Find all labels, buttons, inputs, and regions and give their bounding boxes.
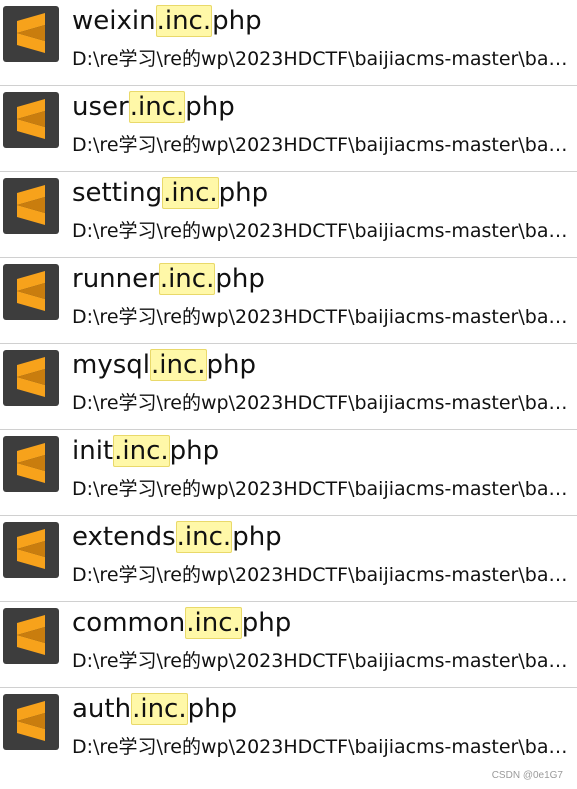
result-filename: extends.inc.php <box>72 520 282 554</box>
sublime-text-icon <box>3 608 59 664</box>
result-filename: runner.inc.php <box>72 262 265 296</box>
result-path: D:\re学习\re的wp\2023HDCTF\baijiacms-master… <box>72 736 572 758</box>
result-item[interactable]: auth.inc.php D:\re学习\re的wp\2023HDCTF\bai… <box>0 688 577 774</box>
match-highlight: .inc. <box>113 435 170 467</box>
result-item[interactable]: user.inc.php D:\re学习\re的wp\2023HDCTF\bai… <box>0 86 577 172</box>
result-item[interactable]: extends.inc.php D:\re学习\re的wp\2023HDCTF\… <box>0 516 577 602</box>
filename-suffix: php <box>169 436 220 466</box>
result-path: D:\re学习\re的wp\2023HDCTF\baijiacms-master… <box>72 564 572 586</box>
filename-suffix: php <box>232 522 282 552</box>
filename-suffix: php <box>241 608 292 638</box>
sublime-text-icon <box>3 522 59 578</box>
result-item[interactable]: runner.inc.php D:\re学习\re的wp\2023HDCTF\b… <box>0 258 577 344</box>
sublime-text-icon <box>3 694 59 750</box>
match-highlight: .inc. <box>128 91 186 123</box>
sublime-text-icon <box>3 436 59 492</box>
result-item[interactable]: init.inc.php D:\re学习\re的wp\2023HDCTF\bai… <box>0 430 577 516</box>
filename-prefix: mysql <box>72 350 150 380</box>
filename-suffix: php <box>218 178 269 208</box>
match-highlight: .inc. <box>155 5 213 37</box>
sublime-text-icon <box>3 6 59 62</box>
result-path: D:\re学习\re的wp\2023HDCTF\baijiacms-master… <box>72 48 572 70</box>
filename-prefix: weixin <box>72 6 156 36</box>
match-highlight: .inc. <box>175 521 233 553</box>
sublime-text-icon <box>3 350 59 406</box>
result-item[interactable]: weixin.inc.php D:\re学习\re的wp\2023HDCTF\b… <box>0 0 577 86</box>
match-highlight: .inc. <box>131 693 188 725</box>
result-path: D:\re学习\re的wp\2023HDCTF\baijiacms-master… <box>72 650 572 672</box>
match-highlight: .inc. <box>162 177 219 209</box>
filename-prefix: setting <box>72 178 163 208</box>
filename-prefix: auth <box>72 694 132 724</box>
result-filename: common.inc.php <box>72 606 291 640</box>
filename-suffix: php <box>212 6 262 36</box>
sublime-text-icon <box>3 178 59 234</box>
result-filename: weixin.inc.php <box>72 4 262 38</box>
result-path: D:\re学习\re的wp\2023HDCTF\baijiacms-master… <box>72 478 572 500</box>
filename-suffix: php <box>187 694 238 724</box>
sublime-text-icon <box>3 92 59 148</box>
watermark: CSDN @0e1G7 <box>491 770 563 781</box>
result-item[interactable]: setting.inc.php D:\re学习\re的wp\2023HDCTF\… <box>0 172 577 258</box>
filename-suffix: php <box>185 92 235 122</box>
filename-prefix: common <box>72 608 186 638</box>
result-filename: mysql.inc.php <box>72 348 256 382</box>
match-highlight: .inc. <box>185 607 242 639</box>
result-filename: auth.inc.php <box>72 692 237 726</box>
sublime-text-icon <box>3 264 59 320</box>
result-path: D:\re学习\re的wp\2023HDCTF\baijiacms-master… <box>72 306 572 328</box>
match-highlight: .inc. <box>150 349 207 381</box>
filename-prefix: user <box>72 92 129 122</box>
result-path: D:\re学习\re的wp\2023HDCTF\baijiacms-master… <box>72 134 572 156</box>
result-item[interactable]: common.inc.php D:\re学习\re的wp\2023HDCTF\b… <box>0 602 577 688</box>
result-path: D:\re学习\re的wp\2023HDCTF\baijiacms-master… <box>72 392 572 414</box>
result-filename: user.inc.php <box>72 90 235 124</box>
match-highlight: .inc. <box>158 263 216 295</box>
result-filename: setting.inc.php <box>72 176 268 210</box>
filename-prefix: extends <box>72 522 176 552</box>
filename-prefix: runner <box>72 264 159 294</box>
filename-suffix: php <box>215 264 265 294</box>
search-results-list: weixin.inc.php D:\re学习\re的wp\2023HDCTF\b… <box>0 0 577 774</box>
filename-suffix: php <box>206 350 257 380</box>
result-filename: init.inc.php <box>72 434 219 468</box>
result-path: D:\re学习\re的wp\2023HDCTF\baijiacms-master… <box>72 220 572 242</box>
filename-prefix: init <box>72 436 114 466</box>
result-item[interactable]: mysql.inc.php D:\re学习\re的wp\2023HDCTF\ba… <box>0 344 577 430</box>
